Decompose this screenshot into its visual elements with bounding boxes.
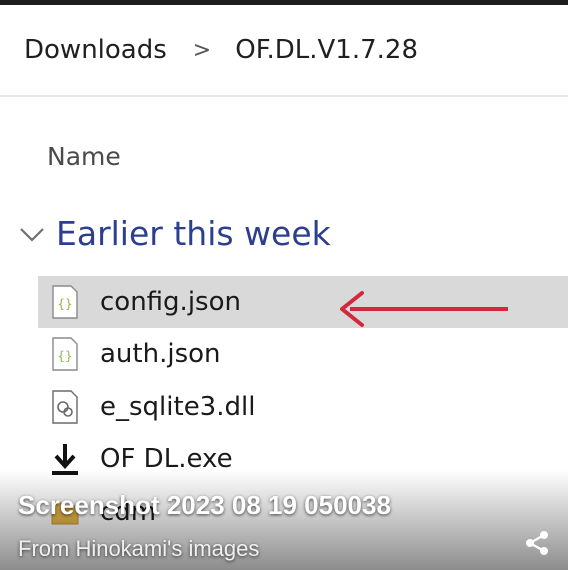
breadcrumb: Downloads > OF.DL.V1.7.28 (0, 5, 568, 97)
file-name: auth.json (100, 339, 221, 369)
image-caption: Screenshot 2023 08 19 050038 (18, 490, 391, 520)
file-name: config.json (100, 287, 241, 317)
file-row-auth-json[interactable]: {} auth.json (38, 328, 568, 380)
column-header-name[interactable]: Name (47, 142, 121, 171)
breadcrumb-item-current-folder[interactable]: OF.DL.V1.7.28 (235, 35, 418, 65)
share-icon[interactable] (522, 528, 552, 558)
breadcrumb-item-downloads[interactable]: Downloads (24, 35, 167, 65)
json-file-icon: {} (52, 285, 78, 319)
annotation-arrow-icon (340, 291, 508, 327)
chevron-down-icon[interactable] (16, 219, 50, 249)
group-label: Earlier this week (56, 214, 331, 253)
file-row-e-sqlite3-dll[interactable]: e_sqlite3.dll (38, 381, 568, 433)
dll-file-icon (52, 390, 78, 424)
breadcrumb-separator-icon[interactable]: > (193, 38, 211, 63)
group-header[interactable]: Earlier this week (16, 214, 331, 253)
image-source[interactable]: From Hinokami's images (18, 536, 259, 562)
json-file-icon: {} (52, 337, 78, 371)
svg-text:{}: {} (57, 349, 72, 363)
svg-text:{}: {} (57, 297, 72, 311)
file-name: e_sqlite3.dll (100, 392, 256, 422)
